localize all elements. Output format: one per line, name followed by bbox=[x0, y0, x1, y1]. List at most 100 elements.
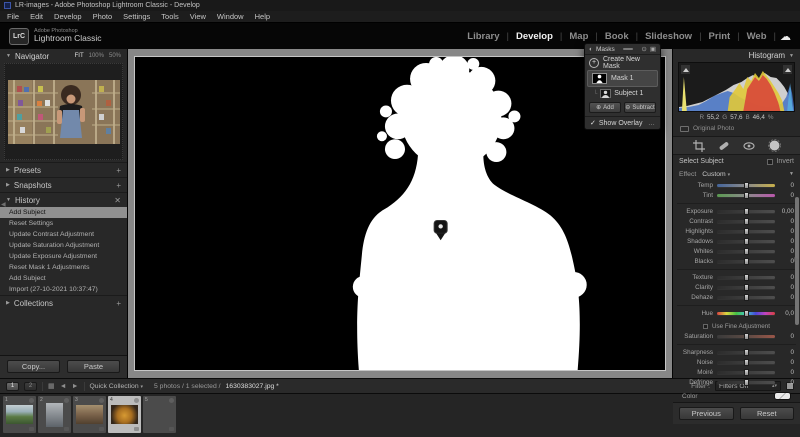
reset-button[interactable]: Reset bbox=[740, 407, 795, 420]
history-item[interactable]: Add Subject bbox=[0, 273, 127, 284]
slider-track[interactable] bbox=[717, 250, 775, 253]
overlay-options-icon[interactable]: … bbox=[648, 120, 655, 127]
slider-track[interactable] bbox=[717, 184, 775, 187]
history-item[interactable]: Import (27-10-2021 10:37:47) bbox=[0, 284, 127, 295]
module-tab[interactable]: Print bbox=[709, 31, 731, 42]
slider-track[interactable] bbox=[717, 210, 775, 213]
masking-tool-icon[interactable] bbox=[768, 139, 781, 152]
module-tab[interactable]: Book bbox=[605, 31, 629, 42]
slider-track[interactable] bbox=[717, 381, 775, 384]
healing-tool-icon[interactable] bbox=[718, 140, 730, 152]
slider-thumb[interactable] bbox=[744, 369, 749, 376]
slider-thumb[interactable] bbox=[744, 258, 749, 265]
invert-checkbox[interactable] bbox=[767, 159, 773, 165]
menu-item[interactable]: Edit bbox=[30, 12, 43, 21]
zoom-fit[interactable]: FIT bbox=[75, 53, 84, 59]
slider-thumb[interactable] bbox=[744, 238, 749, 245]
slider-thumb[interactable] bbox=[744, 310, 749, 317]
slider-track[interactable] bbox=[717, 335, 775, 338]
zoom-50[interactable]: 50% bbox=[109, 53, 121, 59]
slider-track[interactable] bbox=[717, 194, 775, 197]
plus-circle-icon[interactable]: + bbox=[589, 58, 599, 68]
slider-track[interactable] bbox=[717, 276, 775, 279]
slider-thumb[interactable] bbox=[744, 284, 749, 291]
original-photo-row[interactable]: Original Photo bbox=[673, 123, 800, 134]
slider-track[interactable] bbox=[717, 230, 775, 233]
filmstrip-thumbnail[interactable]: 1 bbox=[3, 396, 36, 433]
history-clear-icon[interactable]: ✕ bbox=[114, 196, 121, 205]
slider-track[interactable] bbox=[717, 296, 775, 299]
left-panel-collapse-icon[interactable]: ◀ bbox=[1, 201, 6, 208]
previous-button[interactable]: Previous bbox=[679, 407, 734, 420]
filmstrip-thumbnail[interactable]: 4 bbox=[108, 396, 141, 433]
slider-track[interactable] bbox=[717, 286, 775, 289]
subtract-button[interactable]: ⊖ Subtract bbox=[624, 102, 656, 113]
presets-section[interactable]: ▶ Presets + bbox=[0, 162, 127, 177]
navigator-header[interactable]: ▼ Navigator FIT 100% 50% bbox=[0, 49, 127, 63]
module-tab[interactable]: Library bbox=[467, 31, 499, 42]
history-item[interactable]: Reset Mask 1 Adjustments bbox=[0, 262, 127, 273]
module-tab[interactable]: Slideshow bbox=[645, 31, 692, 42]
mask-1-row[interactable]: Mask 1 bbox=[587, 70, 658, 87]
collections-section[interactable]: ▶ Collections + bbox=[0, 295, 127, 310]
slider-thumb[interactable] bbox=[744, 208, 749, 215]
slider-thumb[interactable] bbox=[744, 218, 749, 225]
fine-adjustment-checkbox[interactable] bbox=[703, 324, 708, 329]
effect-preset-dropdown[interactable]: Custom ▾ bbox=[702, 171, 730, 178]
slider-thumb[interactable] bbox=[744, 248, 749, 255]
menu-item[interactable]: Help bbox=[255, 12, 270, 21]
slider-thumb[interactable] bbox=[744, 359, 749, 366]
history-item[interactable]: Add Subject bbox=[0, 207, 127, 218]
slider-track[interactable] bbox=[717, 312, 775, 315]
zoom-100[interactable]: 100% bbox=[89, 53, 104, 59]
module-tab[interactable]: Develop bbox=[516, 31, 553, 42]
history-item[interactable]: Update Saturation Adjustment bbox=[0, 240, 127, 251]
filmstrip-thumbnail[interactable]: 5 bbox=[143, 396, 176, 433]
slider-track[interactable] bbox=[717, 260, 775, 263]
panel-toggle-icon[interactable]: ▼ bbox=[789, 171, 794, 177]
slider-thumb[interactable] bbox=[744, 274, 749, 281]
module-tab[interactable]: Web bbox=[747, 31, 767, 42]
history-item[interactable]: Reset Settings bbox=[0, 218, 127, 229]
menu-item[interactable]: File bbox=[7, 12, 19, 21]
menu-item[interactable]: View bbox=[190, 12, 206, 21]
subject-1-row[interactable]: └ Subject 1 bbox=[585, 87, 660, 100]
menu-item[interactable]: Tools bbox=[161, 12, 179, 21]
crop-tool-icon[interactable] bbox=[693, 140, 705, 152]
slider-thumb[interactable] bbox=[744, 294, 749, 301]
slider-thumb[interactable] bbox=[744, 379, 749, 386]
add-button[interactable]: ⊕ Add bbox=[589, 102, 621, 113]
masks-panel-header[interactable]: ◐ Masks ⊙ ▣ bbox=[585, 44, 660, 55]
paste-button[interactable]: Paste bbox=[67, 360, 120, 373]
presets-add-icon[interactable]: + bbox=[116, 166, 121, 175]
slider-thumb[interactable] bbox=[744, 228, 749, 235]
drag-handle[interactable] bbox=[618, 48, 639, 50]
create-new-mask-row[interactable]: + Create New Mask bbox=[585, 55, 660, 70]
history-section-header[interactable]: ▼ History ✕ bbox=[0, 192, 127, 207]
slider-thumb[interactable] bbox=[744, 349, 749, 356]
menu-item[interactable]: Develop bbox=[54, 12, 82, 21]
histogram-header[interactable]: Histogram ▼ bbox=[673, 49, 800, 62]
masks-settings-icon[interactable]: ⊙ bbox=[641, 45, 646, 53]
slider-track[interactable] bbox=[717, 371, 775, 374]
filmstrip-thumbnail[interactable]: 3 bbox=[73, 396, 106, 433]
quick-collection-dropdown[interactable]: Quick Collection ▾ bbox=[90, 383, 144, 390]
show-overlay-row[interactable]: ✓ Show Overlay … bbox=[585, 116, 660, 129]
navigator-preview[interactable] bbox=[4, 63, 123, 160]
history-item[interactable]: Update Contrast Adjustment bbox=[0, 229, 127, 240]
collections-add-icon[interactable]: + bbox=[116, 299, 121, 308]
module-tab[interactable]: Map bbox=[569, 31, 588, 42]
right-panel-collapse-icon[interactable]: ▶ bbox=[794, 256, 799, 263]
slider-thumb[interactable] bbox=[744, 182, 749, 189]
slider-track[interactable] bbox=[717, 361, 775, 364]
filmstrip-thumbnail[interactable]: 2 bbox=[38, 396, 71, 433]
color-swatch[interactable] bbox=[774, 392, 791, 400]
previous-photo-icon[interactable]: ◄ bbox=[60, 383, 67, 390]
menu-item[interactable]: Settings bbox=[123, 12, 150, 21]
masks-dock-icon[interactable]: ▣ bbox=[650, 45, 656, 53]
red-eye-tool-icon[interactable] bbox=[743, 140, 755, 152]
monitor-1-button[interactable]: 1 bbox=[6, 382, 19, 391]
snapshots-section[interactable]: ▶ Snapshots + bbox=[0, 177, 127, 192]
slider-track[interactable] bbox=[717, 220, 775, 223]
menu-item[interactable]: Window bbox=[217, 12, 244, 21]
